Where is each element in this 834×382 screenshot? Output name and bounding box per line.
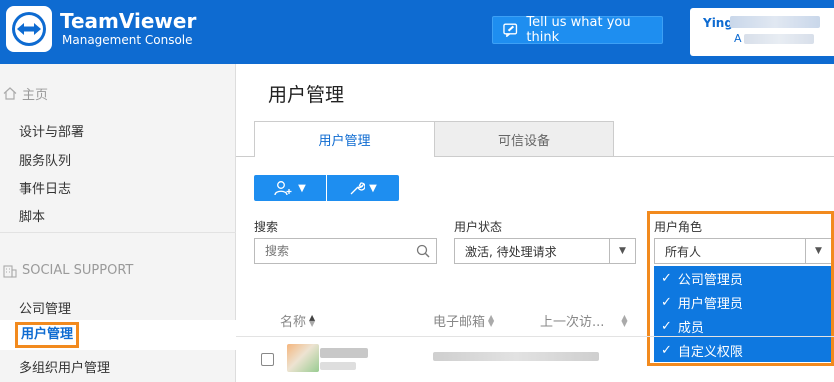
sidebar-item-design-deploy[interactable]: 设计与部署 <box>19 121 84 140</box>
wrench-icon <box>350 182 366 195</box>
user-status-value: 激活, 待处理请求 <box>465 244 557 259</box>
search-field[interactable] <box>254 238 437 264</box>
page-title: 用户管理 <box>268 84 345 106</box>
user-status-label: 用户状态 <box>454 220 503 234</box>
sidebar-item-event-log[interactable]: 事件日志 <box>19 178 71 197</box>
user-name: Ying <box>703 16 733 30</box>
app-header: TeamViewer Management Console Tell us wh… <box>0 0 834 64</box>
column-header-label: 上一次访... <box>540 315 605 330</box>
chevron-down-icon: ▼ <box>369 182 377 194</box>
tools-button[interactable]: ▼ <box>327 175 399 201</box>
column-header-last-access[interactable]: 上一次访... ▲ ▼ <box>540 311 628 330</box>
sidebar-item-service-queue[interactable]: 服务队列 <box>19 150 71 169</box>
column-header-name[interactable]: 名称 ▲ ▼ <box>280 311 315 330</box>
sort-icon: ▲ ▼ <box>621 312 628 328</box>
add-user-button[interactable]: ▼ <box>254 175 326 201</box>
user-subtitle: A <box>734 32 742 45</box>
sort-icon: ▲ ▼ <box>488 312 495 328</box>
sidebar-divider <box>0 232 236 233</box>
column-header-label: 名称 <box>280 315 307 330</box>
search-input[interactable] <box>265 244 415 258</box>
sidebar-section-home[interactable]: 主页 <box>3 84 48 103</box>
column-header-email[interactable]: 电子邮箱 ▲ ▼ <box>433 311 494 330</box>
avatar <box>287 344 319 372</box>
building-icon <box>3 264 17 278</box>
feedback-label: Tell us what you think <box>526 15 631 45</box>
search-label: 搜索 <box>254 220 279 234</box>
sidebar-section-home-label: 主页 <box>22 88 49 103</box>
redacted-user-name-secondary <box>320 362 356 370</box>
chevron-down-icon: ▼ <box>298 182 306 194</box>
user-status-select[interactable]: 激活, 待处理请求 ▼ <box>454 238 636 264</box>
teamviewer-logo-icon[interactable] <box>6 6 52 52</box>
row-checkbox[interactable] <box>261 353 274 366</box>
tab-trusted-devices[interactable]: 可信设备 <box>434 121 614 157</box>
feedback-button[interactable]: Tell us what you think <box>492 15 663 45</box>
brand-title: TeamViewer <box>60 9 197 33</box>
tab-user-management[interactable]: 用户管理 <box>254 121 435 157</box>
sidebar-item-multi-org-user-management[interactable]: 多组织用户管理 <box>19 357 110 376</box>
redacted-user-name <box>320 348 368 358</box>
column-header-label: 电子邮箱 <box>433 315 486 330</box>
sidebar-item-user-management[interactable]: 用户管理 <box>15 322 80 348</box>
sidebar-section-social-support-label: SOCIAL SUPPORT <box>22 263 134 278</box>
redacted-user-info <box>730 16 820 28</box>
sidebar-item-company-management[interactable]: 公司管理 <box>19 298 71 317</box>
sidebar: 主页 设计与部署 服务队列 事件日志 脚本 SOCIAL SUPPORT 公司管… <box>0 64 236 382</box>
home-icon <box>3 87 17 100</box>
chevron-down-icon[interactable]: ▼ <box>609 239 635 263</box>
table-row-divider <box>236 336 834 337</box>
feedback-icon <box>503 23 518 37</box>
tab-active-gap <box>255 156 434 157</box>
user-account-menu[interactable]: Ying A <box>690 8 834 56</box>
brand-subtitle: Management Console <box>62 33 193 47</box>
redacted-user-email <box>433 352 599 361</box>
sidebar-section-social-support[interactable]: SOCIAL SUPPORT <box>3 263 133 278</box>
search-icon[interactable] <box>416 244 430 258</box>
add-user-icon <box>274 181 292 196</box>
sort-icon: ▲ ▼ <box>309 312 316 328</box>
role-filter-highlight <box>647 211 834 366</box>
redacted-user-subinfo <box>744 34 814 44</box>
sidebar-item-scripts[interactable]: 脚本 <box>19 206 45 225</box>
